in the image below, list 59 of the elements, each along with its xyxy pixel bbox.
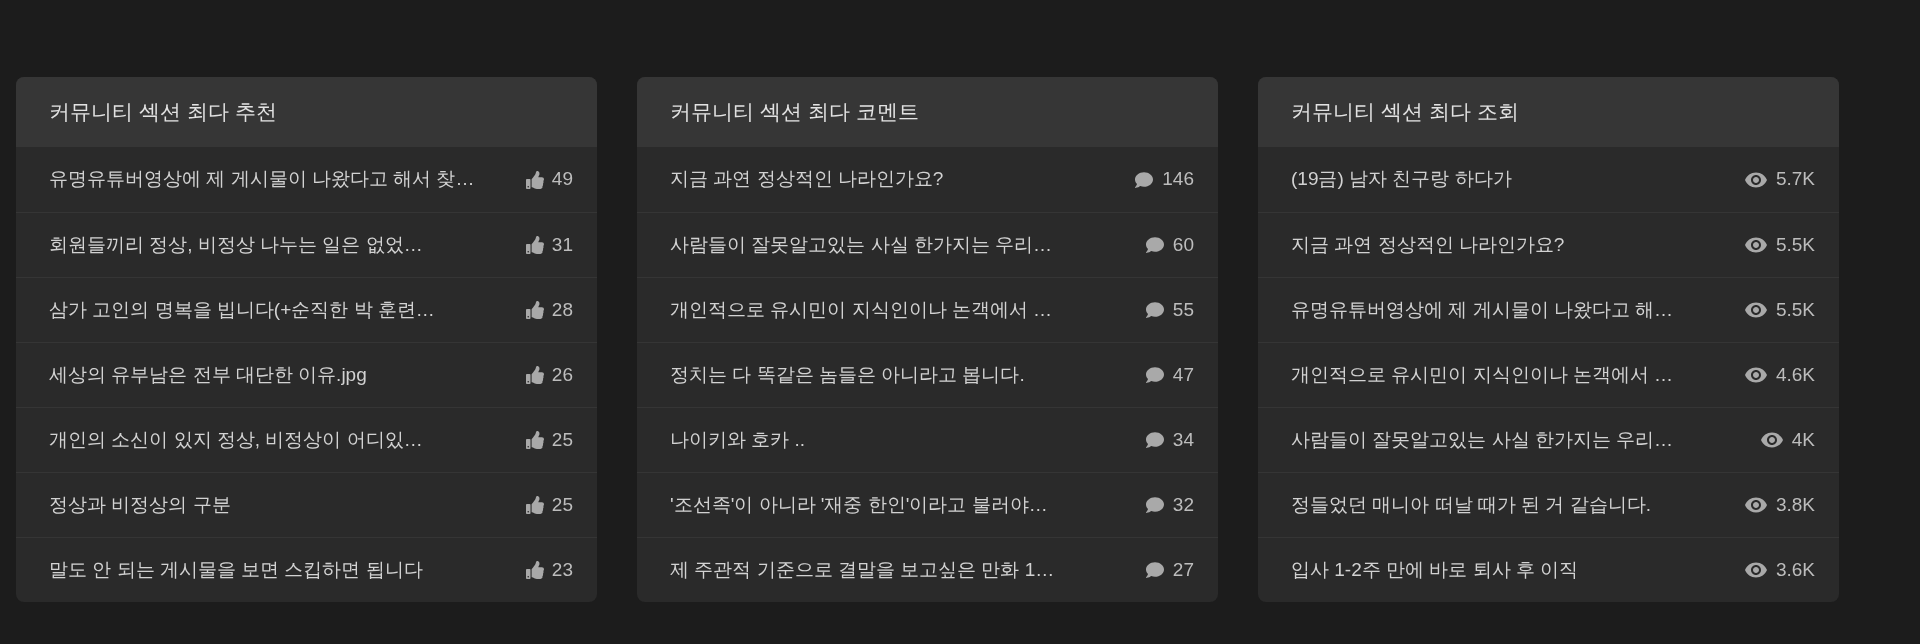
comment-count: 27 xyxy=(1172,557,1194,582)
post-link[interactable]: 사람들이 잘못알고있는 사실 한가지는 우리… xyxy=(1291,425,1674,455)
like-count: 25 xyxy=(551,492,573,517)
thumbs-up-icon xyxy=(525,366,544,384)
post-link[interactable]: 지금 과연 정상적인 나라인가요? xyxy=(1291,230,1565,260)
speech-bubble-icon xyxy=(1144,301,1165,319)
thumbs-up-icon xyxy=(525,431,544,449)
thumbs-up-icon xyxy=(525,561,544,579)
speech-bubble-icon xyxy=(1144,366,1165,384)
post-link[interactable]: 개인의 소신이 있지 정상, 비정상이 어디있… xyxy=(49,425,423,455)
view-count: 5.7K xyxy=(1775,167,1815,192)
view-count: 4.6K xyxy=(1775,362,1815,387)
post-link[interactable]: '조선족'이 아니라 '재중 한인'이라고 불러야… xyxy=(670,490,1048,520)
post-link[interactable]: 지금 과연 정상적인 나라인가요? xyxy=(670,165,944,194)
post-link[interactable]: 제 주관적 기준으로 결말을 보고싶은 만화 1… xyxy=(670,555,1055,585)
thumbs-up-icon xyxy=(525,236,544,254)
post-link[interactable]: 개인적으로 유시민이 지식인이나 논객에서 … xyxy=(1291,360,1674,390)
like-count: 25 xyxy=(551,427,573,452)
thumbs-up-icon xyxy=(525,170,544,189)
speech-bubble-icon xyxy=(1134,170,1155,189)
post-link[interactable]: 말도 안 되는 게시물을 보면 스킵하면 됩니다 xyxy=(49,555,423,585)
speech-bubble-icon xyxy=(1144,561,1165,579)
panel-title: 커뮤니티 섹션 최다 코멘트 xyxy=(670,99,919,126)
view-count: 3.8K xyxy=(1775,492,1815,517)
like-count: 28 xyxy=(551,297,573,322)
post-link[interactable]: 정치는 다 똑같은 놈들은 아니라고 봅니다. xyxy=(670,360,1025,390)
speech-bubble-icon xyxy=(1144,236,1165,254)
comment-count: 34 xyxy=(1172,427,1194,452)
like-count: 49 xyxy=(551,167,573,192)
post-link[interactable]: 정상과 비정상의 구분 xyxy=(49,490,231,520)
view-count: 3.6K xyxy=(1775,557,1815,582)
thumbs-up-icon xyxy=(525,496,544,514)
comment-count: 55 xyxy=(1172,297,1194,322)
comment-count: 60 xyxy=(1172,232,1194,257)
post-link[interactable]: 개인적으로 유시민이 지식인이나 논객에서 … xyxy=(670,295,1053,325)
comment-count: 146 xyxy=(1162,167,1194,192)
post-link[interactable]: 유명유튜버영상에 제 게시물이 나왔다고 해서 찾… xyxy=(49,165,475,194)
speech-bubble-icon xyxy=(1144,496,1165,514)
view-count: 5.5K xyxy=(1775,232,1815,257)
panel-title: 커뮤니티 섹션 최다 조회 xyxy=(1291,99,1519,126)
view-count: 4K xyxy=(1791,427,1815,452)
post-link[interactable]: (19금) 남자 친구랑 하다가 xyxy=(1291,165,1512,194)
post-link[interactable]: 삼가 고인의 명복을 빕니다(+순직한 박 훈련… xyxy=(49,295,435,325)
view-count: 5.5K xyxy=(1775,297,1815,322)
post-link[interactable]: 정들었던 매니아 떠날 때가 된 거 같습니다. xyxy=(1291,490,1651,520)
thumbs-up-icon xyxy=(525,301,544,319)
post-link[interactable]: 유명유튜버영상에 제 게시물이 나왔다고 해… xyxy=(1291,295,1674,325)
post-link[interactable]: 세상의 유부남은 전부 대단한 이유.jpg xyxy=(49,360,367,390)
panel-title: 커뮤니티 섹션 최다 추천 xyxy=(49,99,277,126)
comment-count: 47 xyxy=(1172,362,1194,387)
post-link[interactable]: 입사 1-2주 만에 바로 퇴사 후 이직 xyxy=(1291,555,1579,585)
post-link[interactable]: 사람들이 잘못알고있는 사실 한가지는 우리… xyxy=(670,230,1053,260)
like-count: 26 xyxy=(551,362,573,387)
post-link[interactable]: 나이키와 호카 .. xyxy=(670,425,806,455)
like-count: 23 xyxy=(551,557,573,582)
post-link[interactable]: 회원들끼리 정상, 비정상 나누는 일은 없었… xyxy=(49,230,423,260)
like-count: 31 xyxy=(551,232,573,257)
speech-bubble-icon xyxy=(1144,431,1165,449)
comment-count: 32 xyxy=(1172,492,1194,517)
